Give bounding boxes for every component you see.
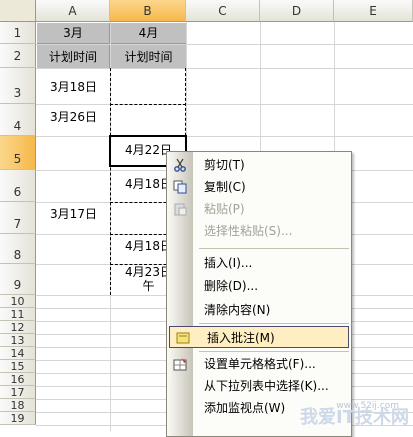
copy-icon (172, 179, 188, 195)
context-menu: 剪切(T) 复制(C) 粘贴(P) 选择性粘贴(S)... 插入(I)... 删… (166, 151, 352, 437)
menu-item-cut[interactable]: 剪切(T) (167, 154, 351, 176)
menu-item-copy[interactable]: 复制(C) (167, 176, 351, 198)
row-header-17[interactable]: 17 (0, 386, 36, 399)
menu-separator (199, 351, 349, 352)
menu-item-label: 删除(D)... (204, 279, 259, 293)
grid-line (36, 68, 413, 69)
scissors-icon (172, 157, 188, 173)
cell-border (110, 104, 186, 105)
select-all-corner[interactable] (0, 0, 36, 22)
cell-a3[interactable]: 3月18日 (37, 80, 110, 94)
menu-item-insert-comment[interactable]: 插入批注(M) (169, 326, 349, 348)
row-header-15[interactable]: 15 (0, 360, 36, 373)
grid-line (36, 104, 413, 105)
menu-item-label: 清除内容(N) (204, 303, 271, 317)
menu-item-delete[interactable]: 删除(D)... (167, 275, 351, 297)
cell-a7[interactable]: 3月17日 (37, 207, 110, 221)
column-header-a[interactable]: A (36, 0, 110, 22)
row-header-16[interactable]: 16 (0, 373, 36, 386)
row-header-19[interactable]: 19 (0, 412, 36, 425)
menu-separator (199, 248, 349, 249)
row-header-11[interactable]: 11 (0, 308, 36, 321)
row-header-3[interactable]: 3 (0, 68, 36, 104)
row-header-1[interactable]: 1 (0, 22, 36, 44)
menu-item-paste[interactable]: 粘贴(P) (167, 198, 351, 220)
menu-item-pick-from-list[interactable]: 从下拉列表中选择(K)... (167, 375, 351, 397)
row-header-8[interactable]: 8 (0, 234, 36, 264)
menu-separator (199, 323, 349, 324)
menu-item-label: 选择性粘贴(S)... (204, 224, 293, 238)
menu-item-label: 从下拉列表中选择(K)... (204, 379, 329, 393)
menu-item-label: 粘贴(P) (204, 202, 245, 216)
grid-line (36, 136, 413, 137)
row-header-13[interactable]: 13 (0, 334, 36, 347)
column-header-d[interactable]: D (260, 0, 334, 22)
menu-item-label: 复制(C) (204, 180, 246, 194)
row-header-5[interactable]: 5 (0, 136, 36, 170)
row-header-6[interactable]: 6 (0, 170, 36, 202)
menu-item-format-cells[interactable]: 设置单元格格式(F)... (167, 353, 351, 375)
row-header-4[interactable]: 4 (0, 104, 36, 136)
row-header-7[interactable]: 7 (0, 202, 36, 234)
row-header-12[interactable]: 12 (0, 321, 36, 334)
cell-a1[interactable]: 3月 (37, 23, 110, 44)
cell-b2[interactable]: 计划时间 (111, 45, 186, 68)
menu-item-label: 设置单元格格式(F)... (204, 357, 316, 371)
menu-item-label: 插入批注(M) (207, 331, 275, 345)
row-header-2[interactable]: 2 (0, 44, 36, 68)
column-header-e[interactable]: E (334, 0, 413, 22)
row-header-10[interactable]: 10 (0, 295, 36, 308)
row-header-18[interactable]: 18 (0, 399, 36, 412)
menu-item-insert[interactable]: 插入(I)... (167, 252, 351, 274)
menu-item-clear-contents[interactable]: 清除内容(N) (167, 299, 351, 321)
watermark-text: 我爱IT技术网 (300, 407, 409, 428)
column-header-c[interactable]: C (186, 0, 260, 22)
paste-icon (172, 201, 188, 217)
cell-a2[interactable]: 计划时间 (37, 45, 110, 68)
cell-b1[interactable]: 4月 (111, 23, 186, 44)
menu-item-label: 添加监视点(W) (204, 401, 286, 415)
menu-item-paste-special[interactable]: 选择性粘贴(S)... (167, 220, 351, 242)
cell-a4[interactable]: 3月26日 (37, 110, 110, 124)
format-cells-icon (172, 356, 188, 372)
column-header-b[interactable]: B (110, 0, 186, 22)
menu-item-label: 插入(I)... (204, 256, 253, 270)
row-header-14[interactable]: 14 (0, 347, 36, 360)
menu-item-label: 剪切(T) (204, 158, 245, 172)
comment-icon (175, 330, 191, 346)
row-header-9[interactable]: 9 (0, 264, 36, 295)
